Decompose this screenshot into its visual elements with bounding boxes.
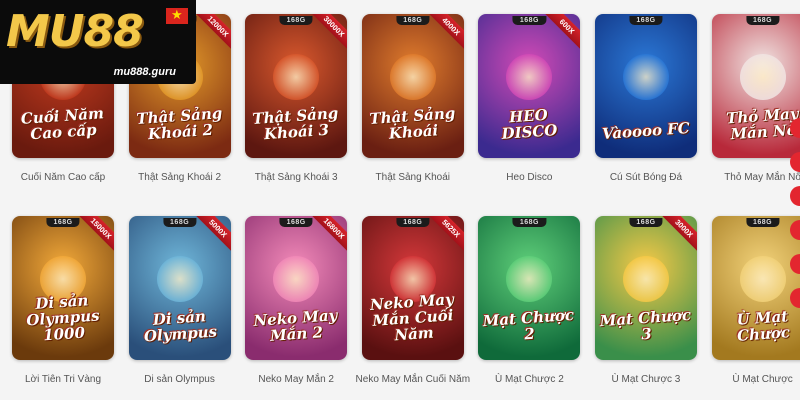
provider-badge: 168G xyxy=(629,16,663,25)
game-label[interactable]: Ù Mạt Chược 3 xyxy=(612,374,681,385)
game-title-art: Mạt Chược 2 xyxy=(482,305,575,343)
game-label[interactable]: Di sản Olympus xyxy=(144,374,215,385)
provider-badge: 168G xyxy=(512,16,546,25)
game-card[interactable]: 168G 15000X Di sản Olympus 1000 Lời Tiên Tr… xyxy=(12,216,114,385)
game-label[interactable]: Ù Mạt Chược xyxy=(732,374,792,385)
game-card[interactable]: 168G Mạt Chược 2 Ù Mạt Chược 2 xyxy=(478,216,581,385)
game-title-art: Ù Mạt Chược xyxy=(735,306,791,345)
game-thumbnail[interactable]: 168G Ù Mạt Chược xyxy=(711,216,800,360)
site-logo[interactable]: MU88 mu888.guru xyxy=(0,0,196,84)
game-thumbnail[interactable]: 168G Thỏ May Mắn Nổ xyxy=(711,14,800,158)
game-thumbnail[interactable]: 168G 5625X Neko May Mắn Cuối Năm xyxy=(361,216,464,360)
game-title-art: Thật Sảng Khoái xyxy=(368,103,456,142)
game-card[interactable]: 168G 600X HEO DISCO Heo Disco xyxy=(478,14,581,183)
game-card[interactable]: 168G 16800X Neko May Mắn 2 Neko May Mắn 2 xyxy=(245,216,348,385)
game-label[interactable]: Thật Sảng Khoái 3 xyxy=(255,172,338,183)
game-thumbnail[interactable]: 168G 16800X Neko May Mắn 2 xyxy=(245,216,348,360)
game-card[interactable]: 168G 5625X Neko May Mắn Cuối Năm Neko May M… xyxy=(356,216,470,385)
game-character-art xyxy=(273,256,320,302)
provider-badge: 168G xyxy=(279,218,313,227)
side-action-bar xyxy=(790,118,800,322)
game-character-art xyxy=(622,256,669,302)
game-thumbnail[interactable]: 168G Vàoooo FC xyxy=(594,14,697,158)
game-character-art xyxy=(156,256,203,302)
provider-badge: 168G xyxy=(279,16,313,25)
vietnam-flag-icon xyxy=(166,7,188,24)
game-label[interactable]: Thật Sảng Khoái xyxy=(376,172,451,183)
game-card[interactable]: 168G 4000X Thật Sảng Khoái Thật Sảng Khoái xyxy=(361,14,464,183)
game-title-art: Cuối Năm Cao cấp xyxy=(20,103,105,143)
game-thumbnail[interactable]: 168G 600X HEO DISCO xyxy=(478,14,581,158)
side-button[interactable] xyxy=(790,288,800,308)
game-label[interactable]: Lời Tiên Tri Vàng xyxy=(25,374,101,385)
side-button[interactable] xyxy=(790,152,800,172)
game-title-art: Mạt Chược 3 xyxy=(599,305,692,343)
game-thumbnail[interactable]: 168G 30000X Thật Sảng Khoái 3 xyxy=(245,14,348,158)
provider-badge: 168G xyxy=(396,218,430,227)
game-label[interactable]: Neko May Mắn 2 xyxy=(258,374,334,385)
game-character-art xyxy=(506,256,553,302)
game-title-art: Di sản Olympus 1000 xyxy=(25,290,101,344)
provider-badge: 168G xyxy=(512,218,546,227)
game-thumbnail[interactable]: 168G 15000X Di sản Olympus 1000 xyxy=(12,216,114,360)
side-button[interactable] xyxy=(790,118,800,138)
game-title-art: Neko May Mắn Cuối Năm xyxy=(369,289,455,344)
game-card[interactable]: 168G Vàoooo FC Cú Sút Bóng Đá xyxy=(594,14,697,183)
provider-badge: 168G xyxy=(396,16,430,25)
game-label[interactable]: Neko May Mắn Cuối Năm xyxy=(356,374,470,385)
game-character-art xyxy=(739,256,786,302)
game-label[interactable]: Ù Mạt Chược 2 xyxy=(495,374,564,385)
game-character-art xyxy=(622,54,669,100)
game-title-art: Thật Sảng Khoái 3 xyxy=(252,103,340,143)
game-thumbnail[interactable]: 168G Mạt Chược 2 xyxy=(478,216,581,360)
provider-badge: 168G xyxy=(746,218,780,227)
side-button[interactable] xyxy=(790,186,800,206)
game-thumbnail[interactable]: 168G 5000X Di sản Olympus xyxy=(128,216,231,360)
game-title-art: Thật Sảng Khoái 2 xyxy=(135,103,223,143)
side-button[interactable] xyxy=(790,254,800,274)
game-thumbnail[interactable]: 168G 4000X Thật Sảng Khoái xyxy=(361,14,464,158)
game-character-art xyxy=(273,54,320,100)
game-title-art: Di sản Olympus xyxy=(142,306,218,345)
game-title-art: Neko May Mắn 2 xyxy=(253,305,339,345)
game-card[interactable]: 168G Thỏ May Mắn Nổ Thỏ May Mắn Nổ xyxy=(711,14,800,183)
logo-text: MU88 xyxy=(6,6,144,57)
game-card[interactable]: 168G 30000X Thật Sảng Khoái 3 Thật Sảng Kho… xyxy=(245,14,348,183)
game-label[interactable]: Thỏ May Mắn Nổ xyxy=(724,172,800,183)
side-button[interactable] xyxy=(790,220,800,240)
game-character-art xyxy=(506,54,553,100)
game-title-art: Thỏ May Mắn Nổ xyxy=(725,104,799,143)
provider-badge: 168G xyxy=(746,16,780,25)
game-card[interactable]: 168G Ù Mạt Chược Ù Mạt Chược xyxy=(711,216,800,385)
game-label[interactable]: Cú Sút Bóng Đá xyxy=(610,172,682,183)
game-label[interactable]: Cuối Năm Cao cấp xyxy=(21,172,105,183)
game-card[interactable]: 168G 5000X Di sản Olympus Di sản Olympus xyxy=(128,216,231,385)
game-label[interactable]: Thật Sảng Khoái 2 xyxy=(138,172,221,183)
game-label[interactable]: Heo Disco xyxy=(506,172,552,183)
game-character-art xyxy=(739,54,786,100)
game-row-2: 168G 15000X Di sản Olympus 1000 Lời Tiên Tr… xyxy=(12,216,800,385)
provider-badge: 168G xyxy=(163,218,197,227)
provider-badge: 168G xyxy=(46,218,80,227)
game-card[interactable]: 168G 3000X Mạt Chược 3 Ù Mạt Chược 3 xyxy=(594,216,697,385)
game-character-art xyxy=(389,54,436,100)
game-title-art: HEO DISCO xyxy=(501,105,559,143)
logo-domain: mu888.guru xyxy=(113,66,176,78)
provider-badge: 168G xyxy=(629,218,663,227)
game-thumbnail[interactable]: 168G 3000X Mạt Chược 3 xyxy=(594,216,697,360)
